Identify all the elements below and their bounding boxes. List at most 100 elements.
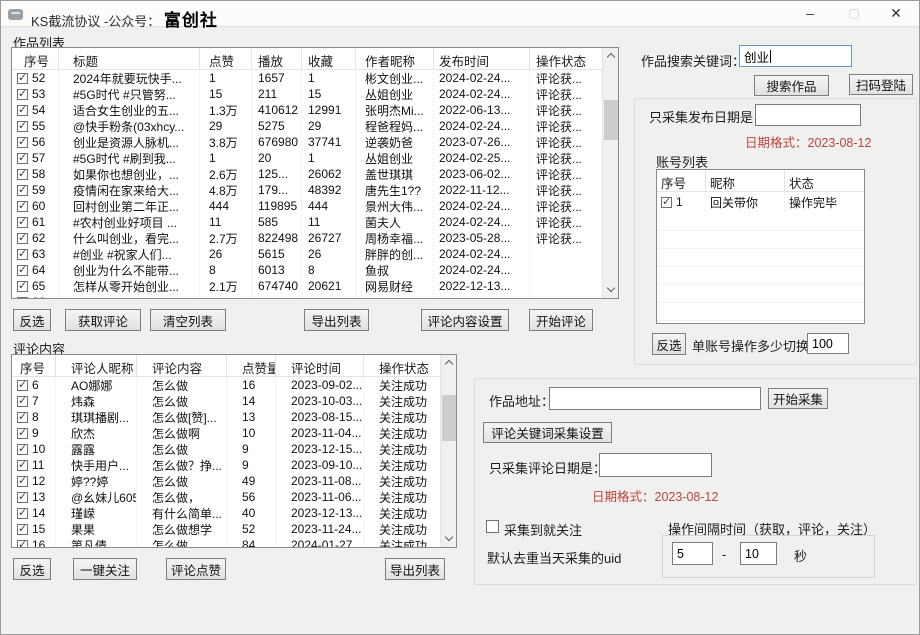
- comment-row[interactable]: 11 快手用户... 怎么做？挣... 9 2023-09-10... 关注成功: [12, 457, 440, 473]
- comment-row[interactable]: 15 果果 怎么做想学 52 2023-11-24... 关注成功: [12, 521, 440, 537]
- row-checkbox[interactable]: [17, 217, 28, 228]
- row-checkbox[interactable]: [17, 428, 28, 439]
- publish-date-input[interactable]: [755, 104, 861, 126]
- comment-row[interactable]: 7 炜森 怎么做 14 2023-10-03... 关注成功: [12, 393, 440, 409]
- accounts-col-nick[interactable]: 昵称: [706, 170, 785, 191]
- comments-col-likes[interactable]: 点赞量: [227, 355, 276, 376]
- works-row[interactable]: 55 @快手粉条(03xhcy... 29 5275 29 程爸程妈... 20…: [12, 118, 602, 134]
- works-col-id[interactable]: 序号: [12, 48, 59, 69]
- works-row[interactable]: 60 回村创业第二年正... 444 119895 444 景州大伟... 20…: [12, 198, 602, 214]
- comments-invert-button[interactable]: 反选: [13, 558, 51, 580]
- minimize-button[interactable]: –: [793, 1, 827, 27]
- work-url-input[interactable]: [549, 387, 761, 410]
- scrollbar-thumb[interactable]: [604, 100, 618, 140]
- account-row[interactable]: 1 回关带你 操作完毕: [657, 192, 864, 212]
- comments-col-content[interactable]: 评论内容: [137, 355, 227, 376]
- comment-settings-button[interactable]: 评论内容设置: [421, 309, 509, 331]
- row-checkbox[interactable]: [17, 412, 28, 423]
- works-row[interactable]: 52 2024年就要玩快手... 1 1657 1 彬文创业... 2024-0…: [12, 70, 602, 86]
- start-comment-button[interactable]: 开始评论: [529, 309, 593, 331]
- works-row[interactable]: 53 #5G时代 #只管努... 15 211 15 丛姐创业 2024-02-…: [12, 86, 602, 102]
- keyword-input[interactable]: 创业: [739, 45, 852, 67]
- works-row[interactable]: 62 什么叫创业，看完... 2.7万 822498 26727 周杨幸福...…: [12, 230, 602, 246]
- works-invert-button[interactable]: 反选: [13, 309, 51, 331]
- works-col-plays[interactable]: 播放: [252, 48, 302, 69]
- follow-on-collect-checkbox[interactable]: [486, 520, 499, 533]
- accounts-invert-button[interactable]: 反选: [652, 333, 686, 355]
- works-col-status[interactable]: 操作状态: [530, 48, 601, 69]
- row-checkbox[interactable]: [17, 444, 28, 455]
- interval-max-input[interactable]: 10: [740, 542, 777, 565]
- works-col-favs[interactable]: 收藏: [302, 48, 356, 69]
- export-list-button[interactable]: 导出列表: [304, 309, 369, 331]
- row-checkbox[interactable]: [17, 492, 28, 503]
- row-checkbox[interactable]: [17, 396, 28, 407]
- row-checkbox[interactable]: [17, 540, 28, 548]
- clear-list-button[interactable]: 清空列表: [150, 309, 226, 331]
- row-checkbox[interactable]: [17, 201, 28, 212]
- scroll-down-icon[interactable]: [603, 282, 619, 298]
- works-col-likes[interactable]: 点赞: [200, 48, 252, 69]
- export-comments-button[interactable]: 导出列表: [385, 558, 445, 580]
- scrollbar-thumb[interactable]: [442, 395, 456, 441]
- works-row[interactable]: 56 创业是资源人脉机... 3.8万 676980 37741 逆袭奶爸 20…: [12, 134, 602, 150]
- row-checkbox[interactable]: [17, 169, 28, 180]
- row-checkbox[interactable]: [17, 476, 28, 487]
- scroll-up-icon[interactable]: [441, 355, 457, 371]
- comment-row[interactable]: 10 露露 怎么做 9 2023-12-15... 关注成功: [12, 441, 440, 457]
- scroll-down-icon[interactable]: [441, 531, 457, 547]
- accounts-col-id[interactable]: 序号: [657, 170, 706, 191]
- works-row[interactable]: 63 #创业 #祝家人们... 26 5615 26 胖胖的创... 2024-…: [12, 246, 602, 262]
- accounts-col-status[interactable]: 状态: [785, 170, 864, 191]
- comment-row[interactable]: 14 瑾嵘 有什么简单... 40 2023-12-13... 关注成功: [12, 505, 440, 521]
- row-checkbox[interactable]: [17, 380, 28, 391]
- row-checkbox[interactable]: [17, 137, 28, 148]
- comment-date-input[interactable]: [599, 453, 712, 477]
- works-row[interactable]: 59 疫情闲在家来给大... 4.8万 179... 48392 唐先生1?? …: [12, 182, 602, 198]
- works-row[interactable]: 65 怎样从零开始创业... 2.1万 674740 20621 网易财经 20…: [12, 278, 602, 294]
- comment-row[interactable]: 8 琪琪播剧... 怎么做[赞]... 13 2023-08-15... 关注成…: [12, 409, 440, 425]
- row-checkbox[interactable]: [17, 297, 28, 299]
- works-col-date[interactable]: 发布时间: [434, 48, 530, 69]
- row-checkbox[interactable]: [17, 153, 28, 164]
- works-row[interactable]: 64 创业为什么不能带... 8 6013 8 鱼叔 2024-02-24...: [12, 262, 602, 278]
- works-row[interactable]: 61 #农村创业好项目 ... 11 585 11 菌夫人 2024-02-24…: [12, 214, 602, 230]
- comment-row[interactable]: 6 AO娜娜 怎么做 16 2023-09-02... 关注成功: [12, 377, 440, 393]
- row-checkbox[interactable]: [17, 233, 28, 244]
- row-checkbox[interactable]: [17, 121, 28, 132]
- works-scrollbar[interactable]: [602, 48, 618, 298]
- close-button[interactable]: ✕: [879, 1, 913, 27]
- comments-col-time[interactable]: 评论时间: [276, 355, 364, 376]
- works-row[interactable]: 66: [12, 294, 602, 298]
- comments-col-id[interactable]: 序号: [12, 355, 56, 376]
- works-col-author[interactable]: 作者昵称: [356, 48, 434, 69]
- row-checkbox[interactable]: [17, 265, 28, 276]
- row-checkbox[interactable]: [17, 89, 28, 100]
- search-works-button[interactable]: 搜索作品: [754, 75, 829, 96]
- comments-col-status[interactable]: 操作状态: [364, 355, 437, 376]
- start-collect-button[interactable]: 开始采集: [768, 388, 828, 409]
- row-checkbox[interactable]: [17, 105, 28, 116]
- comments-col-nick[interactable]: 评论人昵称: [56, 355, 137, 376]
- comments-scrollbar[interactable]: [440, 355, 456, 547]
- row-checkbox[interactable]: [17, 508, 28, 519]
- fetch-comments-button[interactable]: 获取评论: [65, 309, 141, 331]
- row-checkbox[interactable]: [17, 73, 28, 84]
- row-checkbox[interactable]: [17, 460, 28, 471]
- works-row[interactable]: 58 如果你也想创业，... 2.6万 125... 26062 盖世琪琪 20…: [12, 166, 602, 182]
- account-switch-input[interactable]: 100: [807, 333, 849, 354]
- row-checkbox[interactable]: [17, 249, 28, 260]
- row-checkbox[interactable]: [17, 281, 28, 292]
- keyword-collect-settings-button[interactable]: 评论关键词采集设置: [483, 422, 612, 443]
- comment-row[interactable]: 13 @幺妹儿605 怎么做， 56 2023-11-06... 关注成功: [12, 489, 440, 505]
- works-row[interactable]: 57 #5G时代 #刷到我... 1 20 1 丛姐创业 2024-02-25.…: [12, 150, 602, 166]
- follow-all-button[interactable]: 一键关注: [73, 558, 137, 580]
- comment-row[interactable]: 16 第凡倩 怎么做 84 2024-01-27... 关注成功: [12, 537, 440, 547]
- interval-min-input[interactable]: 5: [672, 542, 713, 565]
- works-col-title[interactable]: 标题: [59, 48, 200, 69]
- comment-row[interactable]: 9 欣杰 怎么做啊 10 2023-11-04... 关注成功: [12, 425, 440, 441]
- row-checkbox[interactable]: [17, 185, 28, 196]
- like-comments-button[interactable]: 评论点赞: [166, 558, 226, 580]
- scroll-up-icon[interactable]: [603, 48, 619, 64]
- row-checkbox[interactable]: [661, 197, 672, 208]
